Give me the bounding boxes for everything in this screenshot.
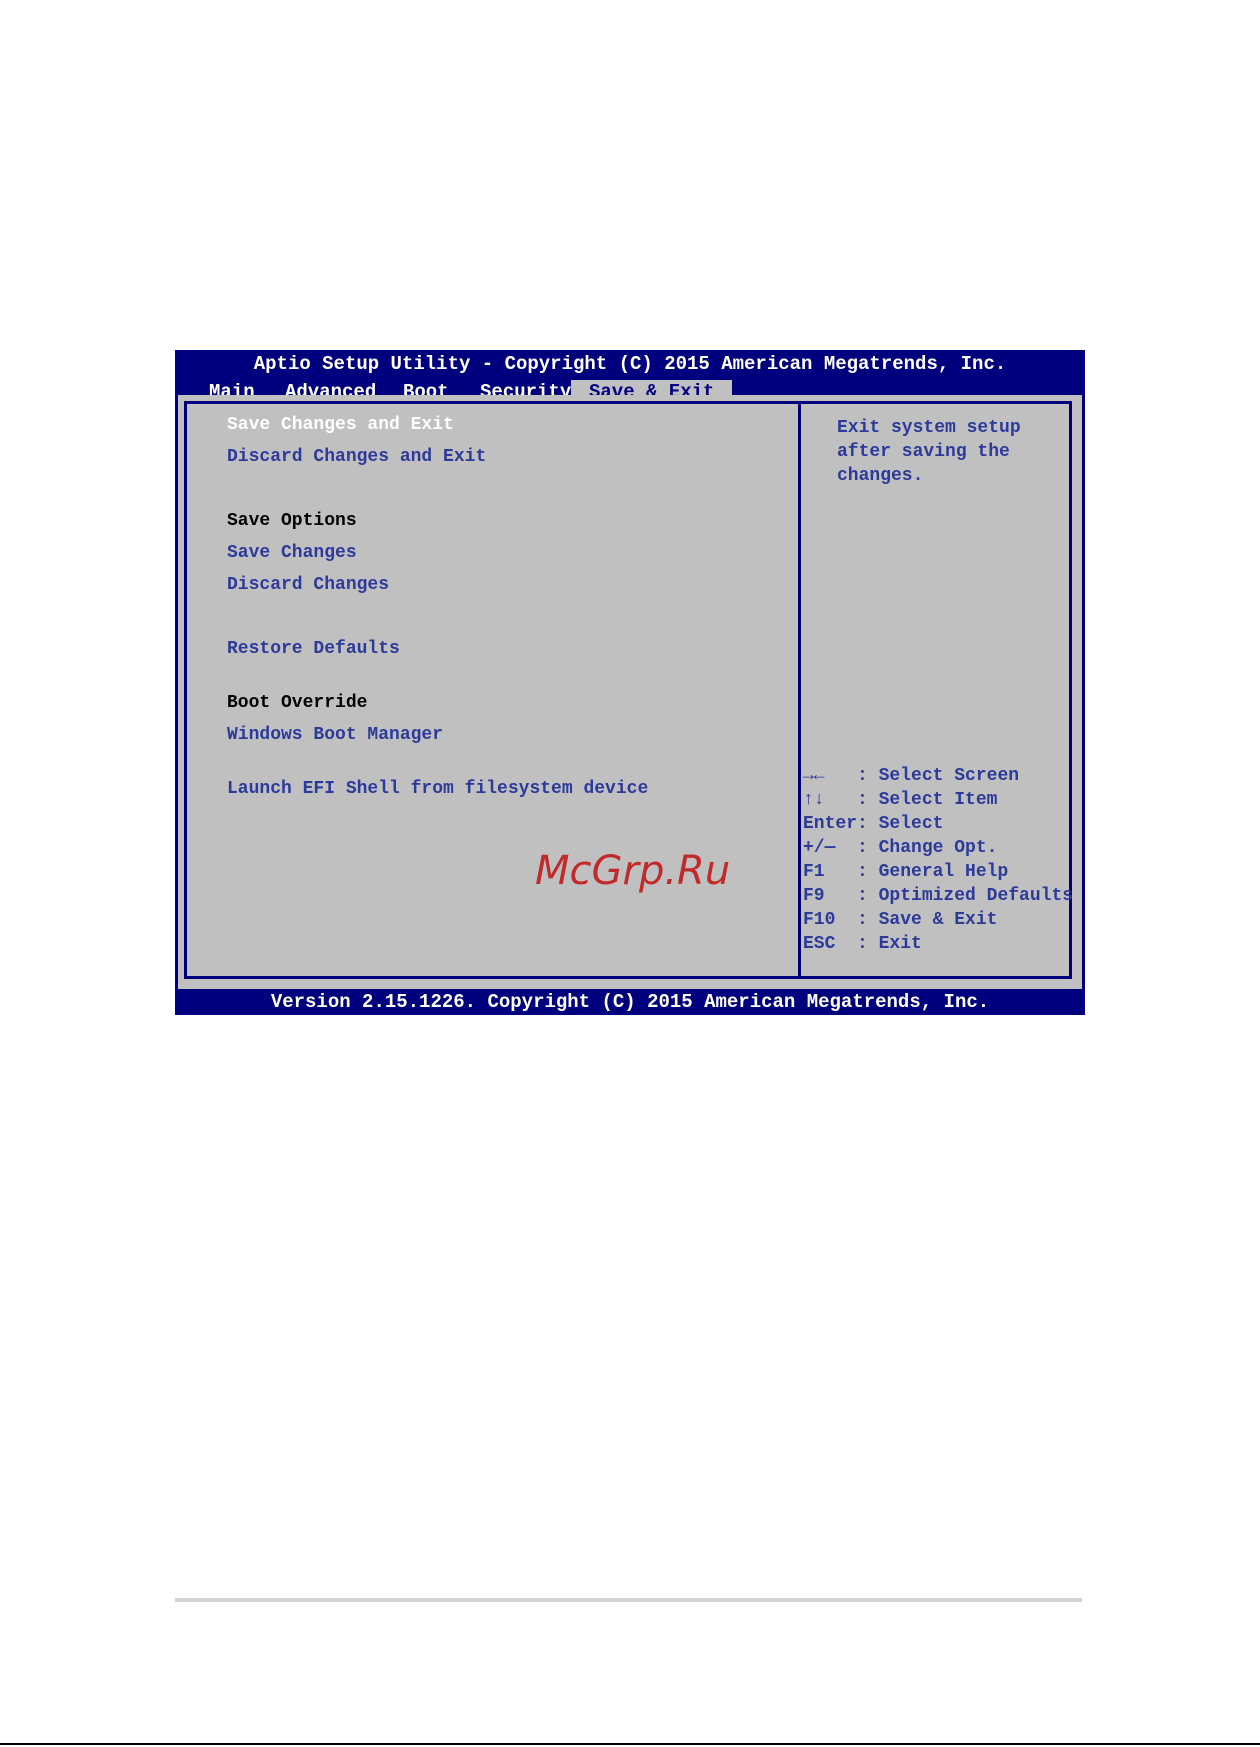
page-edge-line	[0, 1743, 1260, 1745]
section-header-save-options: Save Options	[227, 511, 357, 531]
footer-bar: Version 2.15.1226. Copyright (C) 2015 Am…	[270, 991, 990, 1013]
title-bar: Aptio Setup Utility - Copyright (C) 2015…	[253, 353, 1007, 375]
key-help-key: F10	[803, 910, 858, 930]
help-description: Exit system setup after saving the chang…	[837, 418, 1021, 486]
key-help-list: →← : Select Screen ↑↓ : Select Item Ente…	[803, 764, 1078, 956]
key-help-key: F9	[803, 886, 858, 906]
key-help-action: : Optimized Defaults	[857, 886, 1074, 906]
key-help-row: ESC : Exit	[803, 932, 1078, 956]
key-help-key: F1	[803, 862, 858, 882]
key-help-key: Enter	[803, 814, 858, 834]
menu-item-restore-defaults[interactable]: Restore Defaults	[227, 639, 400, 659]
key-help-key: +/—	[803, 838, 858, 858]
key-help-action: : Select Screen	[857, 766, 1020, 786]
menu-item-windows-boot-manager[interactable]: Windows Boot Manager	[227, 725, 443, 745]
watermark-text: McGrp.Ru	[535, 848, 731, 894]
main-panel: Save Changes and Exit Discard Changes an…	[178, 395, 1082, 989]
menu-item-discard-changes-and-exit[interactable]: Discard Changes and Exit	[227, 447, 486, 467]
key-help-key: ESC	[803, 934, 858, 954]
key-help-key: ↑↓	[803, 790, 858, 810]
key-help-row: F10 : Save & Exit	[803, 908, 1078, 932]
key-help-action: : Exit	[857, 934, 922, 954]
key-help-action: : General Help	[857, 862, 1009, 882]
key-help-row: →← : Select Screen	[803, 764, 1078, 788]
bios-setup-screen: Aptio Setup Utility - Copyright (C) 2015…	[175, 350, 1085, 1015]
key-help-row: ↑↓ : Select Item	[803, 788, 1078, 812]
key-help-action: : Change Opt.	[857, 838, 998, 858]
section-header-boot-override: Boot Override	[227, 693, 368, 713]
menu-item-discard-changes[interactable]: Discard Changes	[227, 575, 389, 595]
page-bottom-rule	[175, 1598, 1082, 1602]
key-help-action: : Select Item	[857, 790, 998, 810]
key-help-row: F1 : General Help	[803, 860, 1078, 884]
menu-item-save-changes[interactable]: Save Changes	[227, 543, 357, 563]
key-help-row: Enter: Select	[803, 812, 1078, 836]
panel-divider	[798, 404, 801, 976]
key-help-action: : Save & Exit	[857, 910, 998, 930]
key-help-row: +/— : Change Opt.	[803, 836, 1078, 860]
key-help-key: →←	[803, 766, 858, 786]
menu-item-save-changes-and-exit[interactable]: Save Changes and Exit	[227, 415, 454, 435]
key-help-action: : Select	[857, 814, 944, 834]
key-help-row: F9 : Optimized Defaults	[803, 884, 1078, 908]
menu-item-launch-efi-shell[interactable]: Launch EFI Shell from filesystem device	[227, 779, 648, 799]
